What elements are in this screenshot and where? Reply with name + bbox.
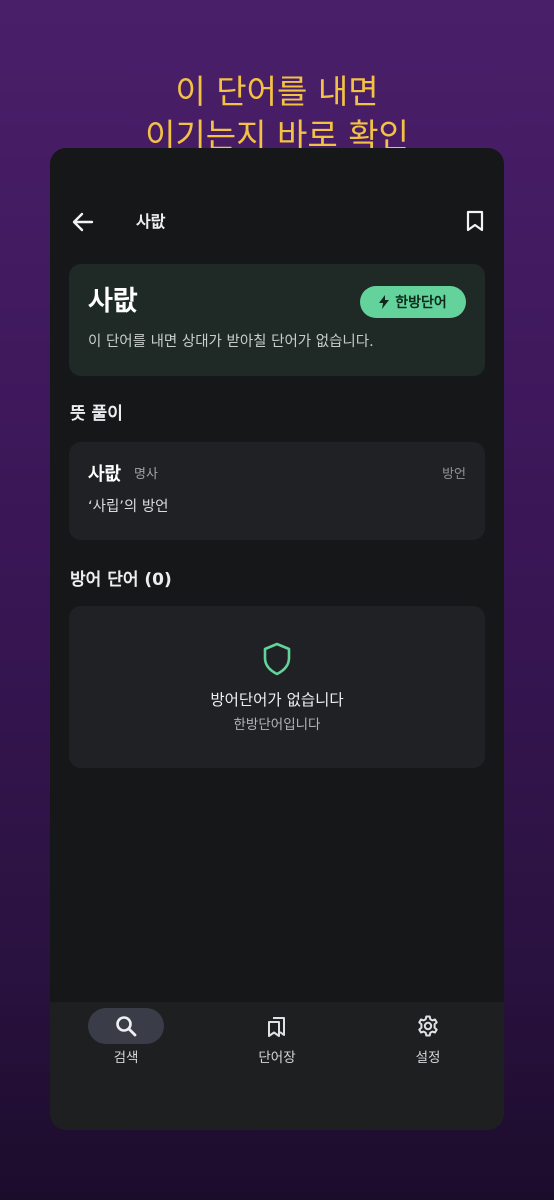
bookmark-icon xyxy=(466,210,484,232)
empty-state-subtitle: 한방단어입니다 xyxy=(233,717,321,733)
meaning-section-title: 뜻 풀이 xyxy=(70,404,123,424)
page-title: 사랎 xyxy=(136,212,166,231)
shield-icon xyxy=(263,642,291,676)
promo-line-1: 이 단어를 내면 xyxy=(175,72,379,111)
search-icon xyxy=(116,1016,137,1037)
gear-icon xyxy=(418,1015,438,1037)
word-title: 사랎 xyxy=(88,286,138,317)
nav-item-wordbook[interactable]: 단어장 xyxy=(227,1006,327,1076)
word-description: 이 단어를 내면 상대가 받아칠 단어가 없습니다. xyxy=(88,334,374,350)
nav-item-search[interactable]: 검색 xyxy=(76,1006,176,1076)
defense-empty-card xyxy=(69,606,485,768)
lightning-icon xyxy=(379,295,390,309)
definition-text: ‘사립’의 방언 xyxy=(88,499,169,515)
badge-label: 한방단어 xyxy=(395,295,447,311)
bookmark-button[interactable] xyxy=(460,206,490,236)
bookmarks-icon xyxy=(268,1017,285,1037)
back-button[interactable] xyxy=(66,208,100,236)
part-of-speech: 명사 xyxy=(134,467,158,482)
nav-label-search: 검색 xyxy=(113,1050,139,1066)
nav-label-wordbook: 단어장 xyxy=(258,1050,296,1066)
arrow-left-icon xyxy=(72,212,94,232)
dialect-tag: 방언 xyxy=(442,467,466,482)
one-shot-badge: 한방단어 xyxy=(360,286,466,318)
nav-item-settings[interactable]: 설정 xyxy=(378,1006,478,1076)
defense-section-title: 방어 단어 (0) xyxy=(70,570,172,590)
empty-state-title: 방어단어가 없습니다 xyxy=(210,691,344,709)
nav-label-settings: 설정 xyxy=(415,1050,441,1066)
definition-card xyxy=(69,442,485,540)
definition-word: 사랎 xyxy=(88,464,122,485)
promo-headline: 이 단어를 내면 이기는지 바로 확인 xyxy=(0,70,554,158)
